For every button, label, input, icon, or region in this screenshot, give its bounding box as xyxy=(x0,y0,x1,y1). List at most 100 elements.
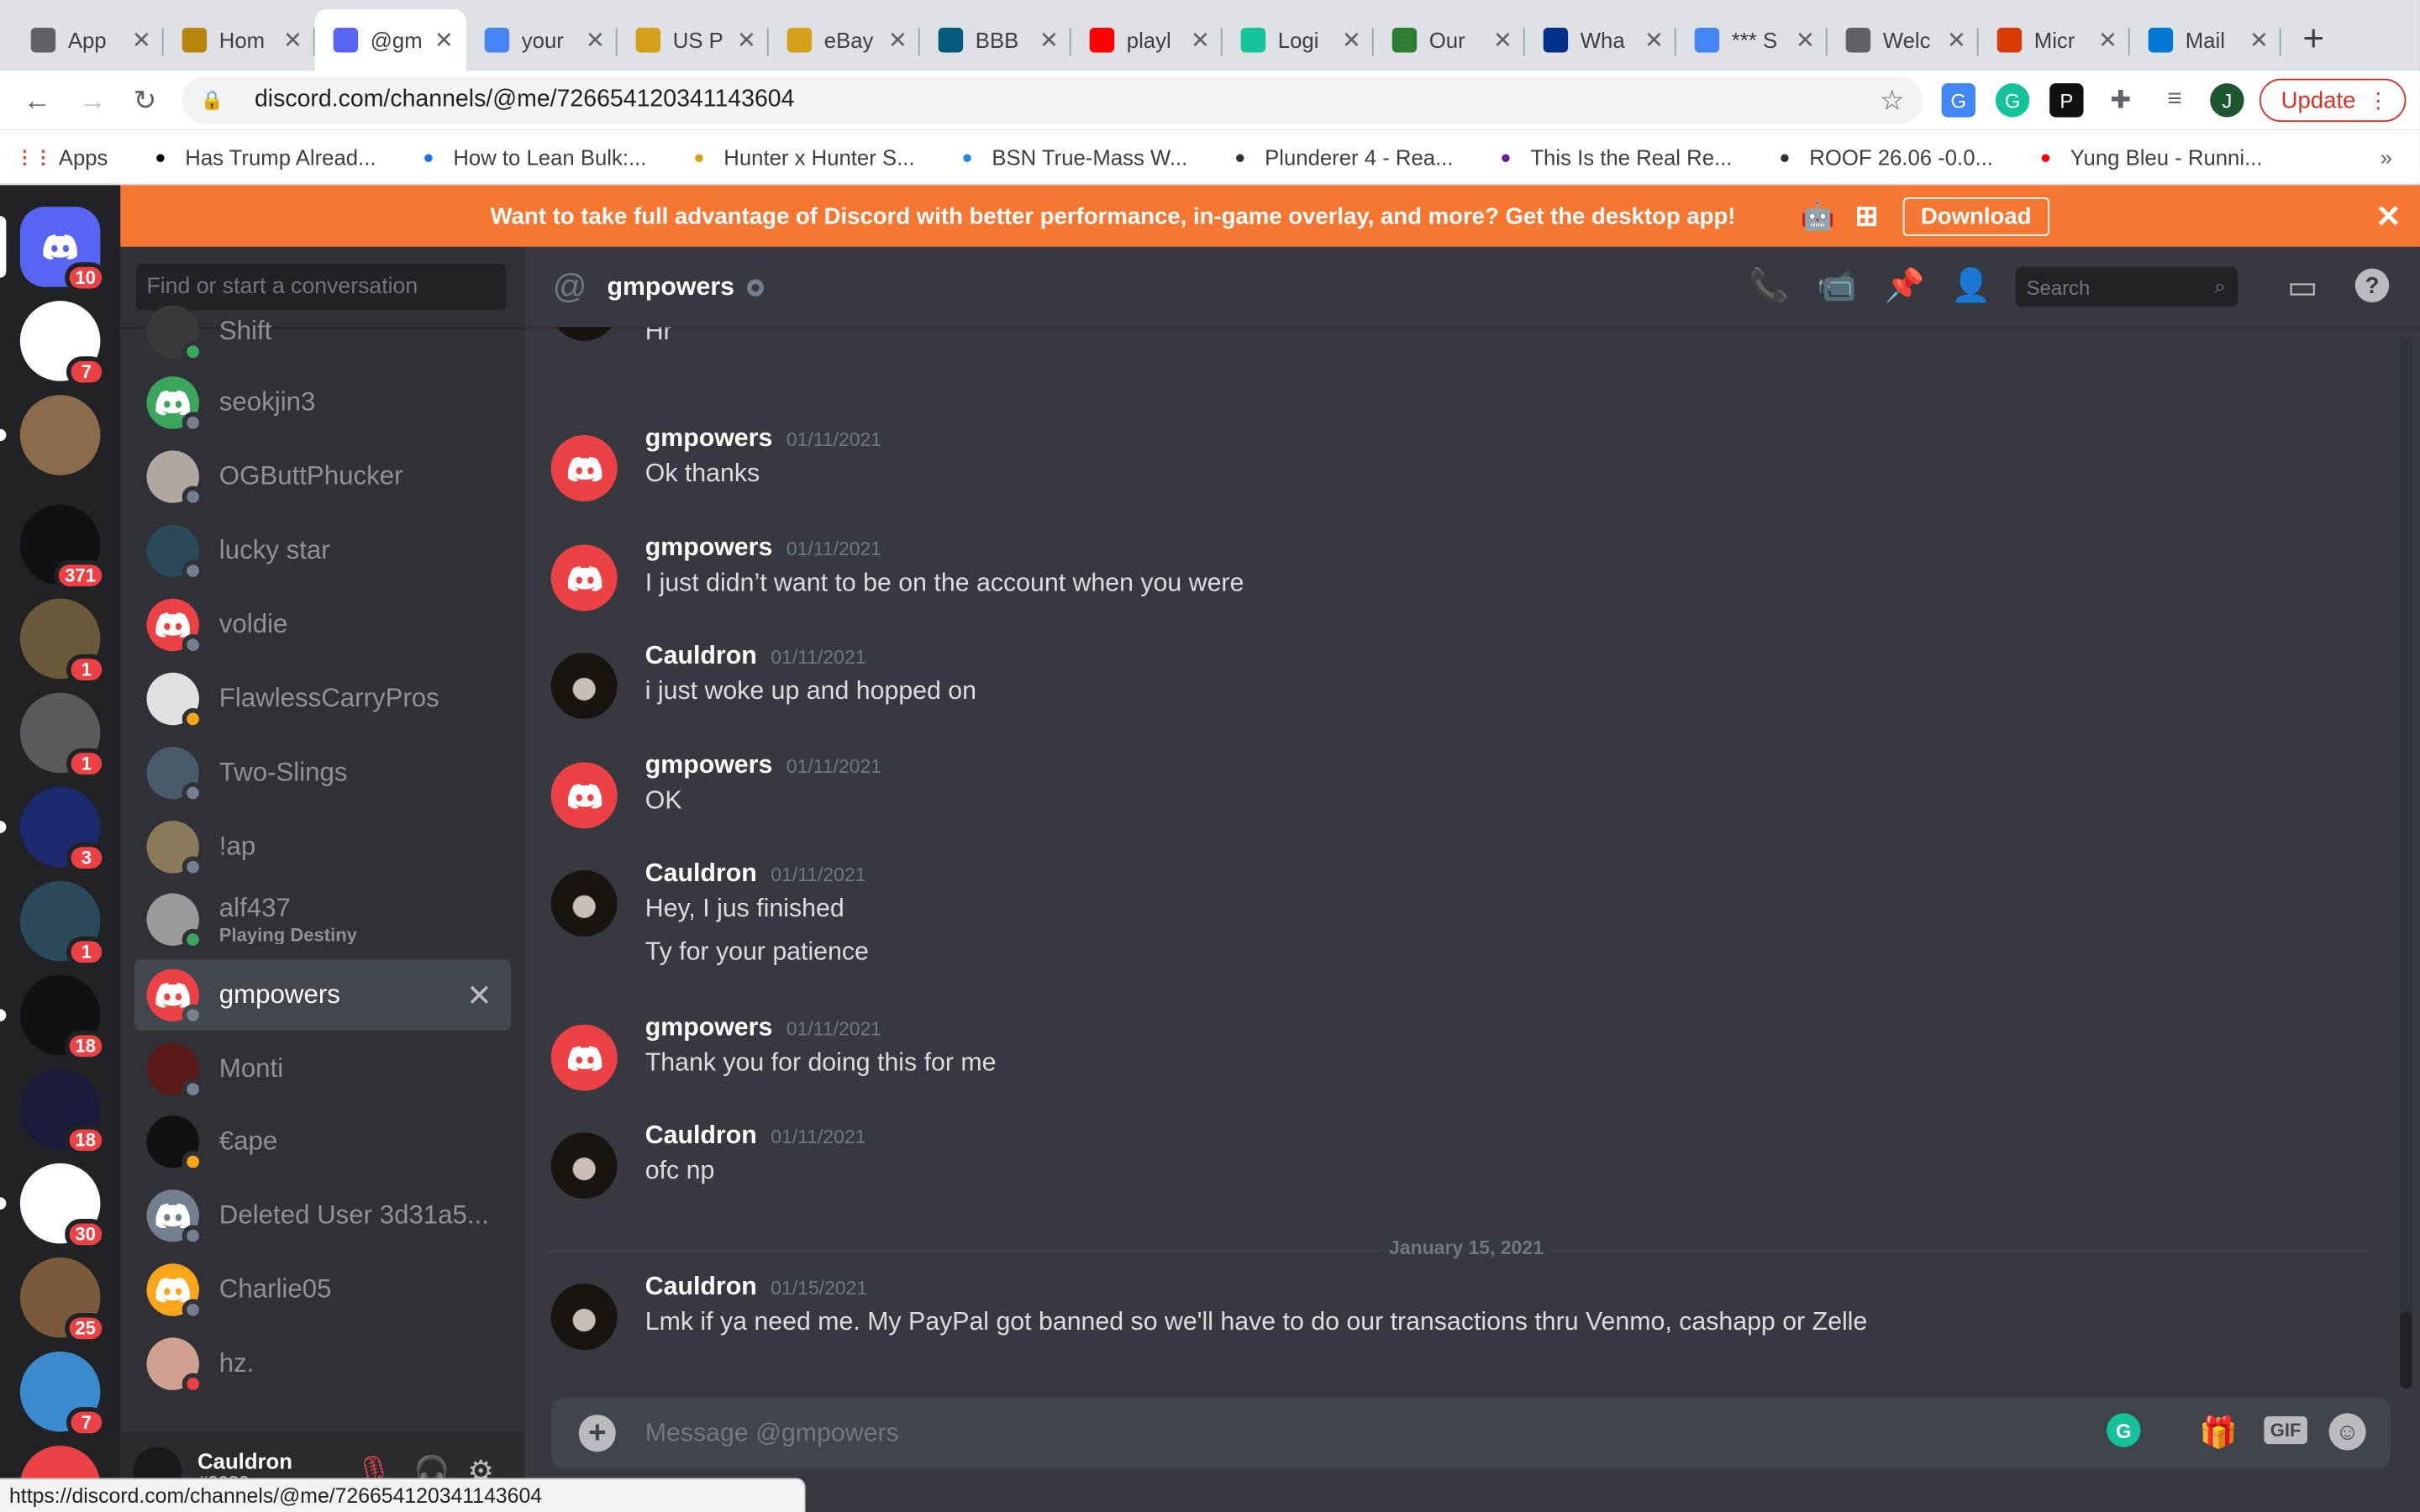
message-input[interactable]: Message @gmpowers xyxy=(645,1419,899,1448)
reload-icon[interactable]: ↻ xyxy=(118,84,173,117)
close-icon[interactable]: ✕ xyxy=(2375,197,2402,235)
dm-item[interactable]: voldie xyxy=(134,590,511,660)
browser-tab[interactable]: *** S ✕ xyxy=(1676,9,1828,71)
search-input[interactable]: Search ⌕ xyxy=(2015,266,2238,307)
server-icon-invest[interactable]: 30 xyxy=(19,1163,107,1250)
dm-item[interactable]: lucky star xyxy=(134,515,511,585)
server-icon-bull[interactable]: 1 xyxy=(19,598,107,685)
author-name[interactable]: Cauldron xyxy=(645,859,757,887)
address-bar[interactable]: 🔒 discord.com/channels/@me/7266541203411… xyxy=(182,76,1923,123)
bookmark[interactable]: ● How to Lean Bulk:... xyxy=(416,144,646,169)
close-icon[interactable]: ✕ xyxy=(2249,26,2269,54)
back-icon[interactable]: ← xyxy=(9,84,65,117)
download-button[interactable]: Download xyxy=(1902,197,2050,236)
server-icon-tev[interactable]: 371 xyxy=(19,504,107,591)
server-icon-home[interactable]: 10 xyxy=(19,207,107,293)
forward-icon[interactable]: → xyxy=(65,84,120,117)
browser-tab[interactable]: Wha ✕ xyxy=(1525,9,1676,71)
close-icon[interactable]: ✕ xyxy=(1493,26,1512,54)
add-attachment-icon[interactable]: + xyxy=(578,1415,616,1452)
server-icon-sword[interactable]: 1 xyxy=(19,880,107,968)
author-name[interactable]: gmpowers xyxy=(645,1014,773,1042)
author-name[interactable]: gmpowers xyxy=(645,424,773,452)
avatar[interactable] xyxy=(550,869,618,937)
browser-tab[interactable]: eBay ✕ xyxy=(769,9,920,71)
grammarly-extension-icon[interactable]: G xyxy=(1995,83,2030,118)
close-icon[interactable]: ✕ xyxy=(1039,26,1059,54)
browser-tab[interactable]: BBB ✕ xyxy=(920,9,1071,71)
message-author[interactable]: gmpowers 01/11/2021 xyxy=(645,533,881,563)
avatar[interactable] xyxy=(550,1132,618,1200)
server-icon-meme[interactable]: 1 xyxy=(19,692,107,780)
server-icon-ceo[interactable]: 18 xyxy=(19,974,107,1062)
browser-tab[interactable]: Hom ✕ xyxy=(164,9,315,71)
dm-item[interactable]: !ap xyxy=(134,811,511,882)
inbox-icon[interactable]: ▭ xyxy=(2287,269,2317,307)
close-icon[interactable]: ✕ xyxy=(1644,26,1664,54)
update-button[interactable]: Update ⋮ xyxy=(2259,78,2407,123)
dm-item[interactable]: €ape xyxy=(134,1106,511,1177)
browser-tab[interactable]: your ✕ xyxy=(466,9,618,71)
message-author[interactable]: gmpowers 01/11/2021 xyxy=(645,751,881,780)
message-author[interactable]: Cauldron 01/11/2021 xyxy=(645,642,866,671)
browser-tab[interactable]: US P ✕ xyxy=(618,9,769,71)
dm-item[interactable]: hz. xyxy=(134,1328,511,1399)
new-tab-button[interactable]: + xyxy=(2291,9,2337,71)
server-icon-s-server[interactable]: 7 xyxy=(19,301,107,388)
browser-tab[interactable]: @gm ✕ xyxy=(314,9,466,71)
close-icon[interactable]: ✕ xyxy=(1342,26,1361,54)
scrollbar-thumb[interactable] xyxy=(2400,1311,2412,1389)
scrollbar[interactable] xyxy=(2400,339,2412,1389)
browser-tab[interactable]: Logi ✕ xyxy=(1223,9,1374,71)
message-author[interactable]: Cauldron 01/11/2021 xyxy=(645,859,866,889)
close-icon[interactable]: ✕ xyxy=(132,26,151,54)
bookmark[interactable]: ● BSN True-Mass W... xyxy=(955,144,1187,169)
close-icon[interactable]: ✕ xyxy=(283,26,302,54)
dm-item[interactable]: Monti xyxy=(134,1034,511,1105)
browser-tab[interactable]: App ✕ xyxy=(13,9,164,71)
avatar[interactable] xyxy=(550,434,618,501)
author-name[interactable]: Cauldron xyxy=(645,1121,757,1149)
dm-item[interactable]: seokjin3 xyxy=(134,367,511,438)
dm-item[interactable]: Two-Slings xyxy=(134,738,511,808)
profile-avatar[interactable]: J xyxy=(2210,83,2244,118)
dm-item[interactable]: alf437 Playing Destiny xyxy=(134,884,511,954)
bookmark[interactable]: ● Hunter x Hunter S... xyxy=(687,144,914,169)
avatar[interactable] xyxy=(550,762,618,829)
author-name[interactable]: Cauldron xyxy=(645,1273,757,1300)
grammarly-icon[interactable]: G xyxy=(2107,1413,2141,1447)
avatar[interactable] xyxy=(550,1024,618,1091)
bookmark-star-icon[interactable]: ☆ xyxy=(1880,84,1905,117)
close-icon[interactable]: ✕ xyxy=(737,26,756,54)
add-friend-icon[interactable]: 👤 xyxy=(1951,269,1991,306)
close-icon[interactable]: ✕ xyxy=(1796,26,1815,54)
message-author[interactable]: Cauldron 01/15/2021 xyxy=(645,1273,867,1302)
server-icon-t-server[interactable]: 18 xyxy=(19,1068,107,1156)
dm-item[interactable]: gmpowers ✕ xyxy=(134,959,511,1031)
server-icon-trump[interactable]: 25 xyxy=(19,1257,107,1344)
p-extension-icon[interactable]: P xyxy=(2049,83,2084,118)
server-icon-p-server[interactable]: 3 xyxy=(19,786,107,874)
more-bookmarks-button[interactable]: » xyxy=(2381,144,2392,169)
gift-icon[interactable]: 🎁 xyxy=(2199,1413,2238,1452)
message-author[interactable]: gmpowers 01/11/2021 xyxy=(645,424,881,454)
close-icon[interactable]: ✕ xyxy=(2098,26,2118,54)
avatar[interactable] xyxy=(550,1284,618,1351)
close-icon[interactable]: ✕ xyxy=(434,26,454,54)
message-composer[interactable]: + Message @gmpowers G 🎁 GIF ☺ xyxy=(550,1398,2391,1469)
dm-item[interactable]: FlawlessCarryPros xyxy=(134,664,511,734)
message-author[interactable]: Cauldron 01/11/2021 xyxy=(645,1121,866,1151)
browser-tab[interactable]: Micr ✕ xyxy=(1979,9,2130,71)
author-name[interactable]: gmpowers xyxy=(645,533,773,561)
bookmark[interactable]: ⋮⋮ Apps xyxy=(15,144,108,169)
close-icon[interactable]: ✕ xyxy=(888,26,908,54)
server-icon-wolf[interactable]: 7 xyxy=(19,1351,107,1438)
bookmark[interactable]: ● Has Trump Alread... xyxy=(148,144,376,169)
call-icon[interactable]: 📞 xyxy=(1749,269,1789,306)
bookmark[interactable]: ● ROOF 26.06 -0.0... xyxy=(1772,144,1993,169)
close-icon[interactable]: ✕ xyxy=(1191,26,1210,54)
gif-button[interactable]: GIF xyxy=(2264,1416,2307,1445)
emoji-icon[interactable]: ☺ xyxy=(2328,1413,2366,1451)
android-icon[interactable]: 🤖 xyxy=(1801,200,1835,233)
bookmark[interactable]: ● This Is the Real Re... xyxy=(1493,144,1732,169)
